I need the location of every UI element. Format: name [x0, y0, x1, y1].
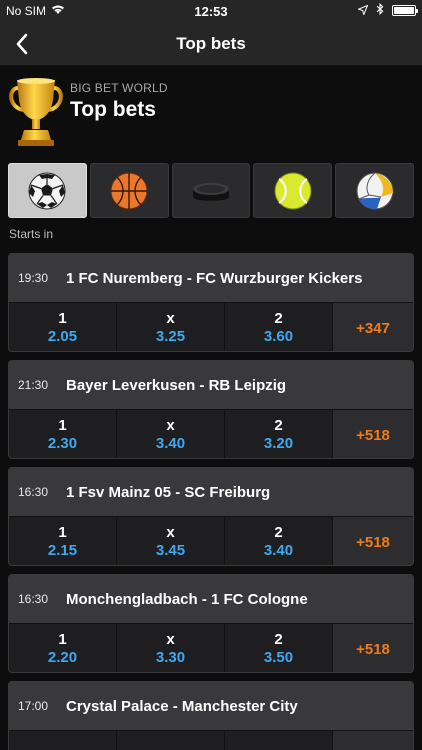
odd-label: x — [166, 631, 175, 648]
odd-label: x — [166, 417, 175, 434]
match-card: 17:00 Crystal Palace - Manchester City 1… — [8, 681, 414, 750]
odd-value: 2.05 — [47, 328, 78, 345]
status-right — [356, 2, 418, 18]
odd-value: 3.45 — [155, 542, 186, 559]
match-card: 16:30 Monchengladbach - 1 FC Cologne 1 2.… — [8, 574, 414, 673]
tab-volleyball[interactable] — [335, 163, 414, 218]
odd-label: 2 — [274, 631, 283, 648]
odd-home-button[interactable]: 1 2.20 — [9, 624, 117, 672]
more-bets-button[interactable]: +518 — [333, 410, 413, 458]
tab-tennis[interactable] — [253, 163, 333, 218]
odd-away-button[interactable]: 2 3.50 — [225, 624, 333, 672]
odd-away-button[interactable]: 2 — [225, 731, 333, 750]
match-time: 17:00 — [18, 699, 49, 713]
odd-label: x — [166, 524, 175, 541]
match-time: 19:30 — [18, 271, 49, 285]
match-teams: Monchengladbach - 1 FC Cologne — [66, 590, 308, 608]
trophy-icon — [9, 78, 63, 146]
odd-value: 2.30 — [47, 435, 78, 452]
odd-draw-button[interactable]: x 3.45 — [117, 517, 225, 565]
header-title: Top bets — [70, 98, 156, 121]
navigation-bar: Top bets — [0, 22, 422, 66]
odd-label: 1 — [58, 524, 67, 541]
page-header: BIG BET WORLD Top bets — [0, 66, 422, 152]
odd-label: 1 — [58, 417, 67, 434]
odd-label: x — [166, 310, 175, 327]
odd-value: 3.20 — [263, 435, 294, 452]
odd-home-button[interactable]: 1 2.30 — [9, 410, 117, 458]
football-icon — [28, 172, 66, 209]
match-header[interactable]: 16:30 1 Fsv Mainz 05 - SC Freiburg — [9, 468, 413, 516]
match-header[interactable]: 16:30 Monchengladbach - 1 FC Cologne — [9, 575, 413, 623]
more-bets-button[interactable]: +347 — [333, 303, 413, 351]
odd-value: 3.40 — [263, 542, 294, 559]
odd-draw-button[interactable]: x 3.25 — [117, 303, 225, 351]
match-header[interactable]: 19:30 1 FC Nuremberg - FC Wurzburger Kic… — [9, 254, 413, 302]
odd-value: 3.40 — [155, 435, 186, 452]
odd-value: 2.20 — [47, 649, 78, 666]
odd-home-button[interactable]: 1 — [9, 731, 117, 750]
tab-football[interactable] — [8, 163, 87, 218]
match-card: 19:30 1 FC Nuremberg - FC Wurzburger Kic… — [8, 253, 414, 352]
match-teams: Bayer Leverkusen - RB Leipzig — [66, 376, 287, 394]
tab-ice-hockey[interactable] — [171, 163, 251, 218]
odd-label: 1 — [58, 310, 67, 327]
odd-label: 1 — [58, 631, 67, 648]
match-header[interactable]: 17:00 Crystal Palace - Manchester City — [9, 682, 413, 730]
tennis-ball-icon — [274, 172, 312, 209]
match-header[interactable]: 21:30 Bayer Leverkusen - RB Leipzig — [9, 361, 413, 409]
battery-icon — [392, 5, 418, 16]
header-subtitle: BIG BET WORLD — [70, 81, 168, 95]
odds-row: 1 x 2 — [9, 730, 413, 750]
more-bets-button[interactable]: +518 — [333, 624, 413, 672]
hockey-puck-icon — [192, 182, 229, 201]
sport-tabs — [8, 163, 414, 218]
match-teams: Crystal Palace - Manchester City — [66, 697, 298, 715]
match-time: 16:30 — [18, 485, 49, 499]
odd-draw-button[interactable]: x 3.40 — [117, 410, 225, 458]
starts-in-label: Starts in — [9, 227, 54, 241]
odd-label: 2 — [274, 310, 283, 327]
match-teams: 1 FC Nuremberg - FC Wurzburger Kickers — [66, 269, 363, 287]
tab-basketball[interactable] — [89, 163, 169, 218]
more-bets-button[interactable] — [333, 731, 413, 750]
odd-value: 3.60 — [263, 328, 294, 345]
odd-label: 2 — [274, 417, 283, 434]
odds-row: 1 2.30 x 3.40 2 3.20 +518 — [9, 409, 413, 458]
odds-row: 1 2.20 x 3.30 2 3.50 +518 — [9, 623, 413, 672]
odd-value: 2.15 — [47, 542, 78, 559]
match-time: 21:30 — [18, 378, 49, 392]
odd-away-button[interactable]: 2 3.20 — [225, 410, 333, 458]
more-bets-button[interactable]: +518 — [333, 517, 413, 565]
match-teams: 1 Fsv Mainz 05 - SC Freiburg — [66, 483, 271, 501]
match-time: 16:30 — [18, 592, 49, 606]
location-icon — [356, 4, 369, 18]
volleyball-icon — [356, 172, 394, 209]
odd-home-button[interactable]: 1 2.15 — [9, 517, 117, 565]
bluetooth-icon — [376, 2, 384, 18]
odd-value: 3.25 — [155, 328, 186, 345]
status-bar: No SIM 12:53 — [0, 0, 422, 22]
odd-value: 3.30 — [155, 649, 186, 666]
odd-away-button[interactable]: 2 3.40 — [225, 517, 333, 565]
odd-draw-button[interactable]: x 3.30 — [117, 624, 225, 672]
nav-title: Top bets — [176, 34, 246, 53]
odd-label: 2 — [274, 524, 283, 541]
odd-away-button[interactable]: 2 3.60 — [225, 303, 333, 351]
odd-home-button[interactable]: 1 2.05 — [9, 303, 117, 351]
match-card: 21:30 Bayer Leverkusen - RB Leipzig 1 2.3… — [8, 360, 414, 459]
odds-row: 1 2.15 x 3.45 2 3.40 +518 — [9, 516, 413, 565]
match-card: 16:30 1 Fsv Mainz 05 - SC Freiburg 1 2.15… — [8, 467, 414, 566]
odd-value: 3.50 — [263, 649, 294, 666]
basketball-icon — [110, 172, 148, 209]
odds-row: 1 2.05 x 3.25 2 3.60 +347 — [9, 302, 413, 351]
odd-draw-button[interactable]: x — [117, 731, 225, 750]
